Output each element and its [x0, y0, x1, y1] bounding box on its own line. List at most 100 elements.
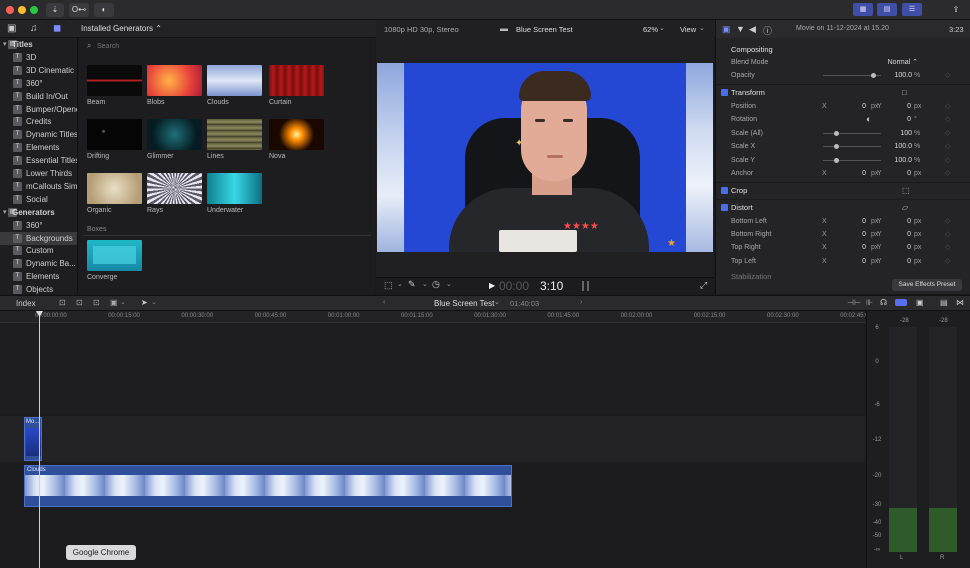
transform-section-onscreen-icon[interactable]: □ [902, 86, 907, 99]
sidebar-item[interactable]: T Objects [0, 283, 77, 294]
share-button[interactable]: ⇪ [948, 3, 964, 17]
background-tasks-button[interactable]: ◐ [94, 3, 114, 17]
snapping-toggle[interactable] [895, 299, 907, 306]
converge-thumbnail[interactable] [87, 240, 142, 271]
effects-browser-icon[interactable]: ▤ [940, 298, 948, 307]
browser-title[interactable]: Installed Generators ⌃ [81, 24, 162, 33]
layout-inspector-button[interactable]: ☰ [902, 3, 922, 16]
position-y-value[interactable]: 0 [891, 100, 911, 113]
sidebar-item[interactable]: T Credits [0, 115, 77, 128]
sidebar-item[interactable]: T Build In/Out [0, 90, 77, 103]
view-menu[interactable]: View [680, 25, 696, 34]
sidebar-item[interactable]: T Dynamic Titles [0, 128, 77, 141]
rotation-row[interactable]: Rotation ◐ 0 ° ◇ [716, 113, 970, 126]
view-chevron-icon[interactable]: ⌄ [699, 24, 705, 32]
sidebar-item[interactable]: T Elements [0, 141, 77, 154]
clip-skimming-icon[interactable]: ⊣⊢ [847, 298, 861, 307]
top-right-keyframe-icon[interactable]: ◇ [945, 241, 950, 254]
scale-y-keyframe-icon[interactable]: ◇ [945, 154, 950, 167]
scale-x-slider-knob[interactable] [834, 144, 839, 149]
enhance-tool-icon[interactable]: ✎ [408, 279, 416, 290]
search-input[interactable] [97, 40, 367, 52]
blend-mode-value[interactable]: Normal ⌃ [866, 56, 918, 69]
bottom-right-keyframe-icon[interactable]: ◇ [945, 228, 950, 241]
sidebar-item[interactable]: T Backgrounds [0, 231, 77, 245]
sidebar-item[interactable]: ▾ ▤ Generators [0, 206, 77, 219]
transform-section[interactable]: Transform □ [716, 86, 970, 99]
scale-x-value[interactable]: 100.0 [878, 140, 912, 153]
zoom-chevron-icon[interactable]: ⌄ [659, 24, 665, 32]
tool-chevron-icon[interactable]: ⌄ [151, 298, 157, 306]
audio-inspector-icon[interactable]: ◀ [749, 24, 756, 35]
disclosure-triangle-icon[interactable]: ▾ [3, 206, 7, 219]
top-right-y-value[interactable]: 0 [891, 241, 911, 254]
generators-icon[interactable]: ◼ [53, 23, 61, 34]
rotation-dial-icon[interactable]: ◐ [866, 113, 871, 126]
opacity-slider-knob[interactable] [871, 73, 876, 78]
rotation-value[interactable]: 0 [891, 113, 911, 126]
anchor-y-value[interactable]: 0 [891, 167, 911, 180]
sidebar-item[interactable]: T 360° [0, 219, 77, 232]
sidebar-item[interactable]: T Lower Thirds [0, 167, 77, 180]
bottom-right-x-value[interactable]: 0 [846, 228, 866, 241]
project-chevron-icon[interactable]: ⌄ [494, 298, 500, 306]
scale-x-slider-track[interactable] [823, 146, 881, 147]
anchor-keyframe-icon[interactable]: ◇ [945, 167, 950, 180]
generator-thumbnail[interactable] [207, 65, 262, 96]
info-inspector-icon[interactable]: ⓘ [763, 24, 772, 37]
keywords-button[interactable]: O⊷ [69, 3, 89, 17]
retime-chevron-icon[interactable]: ⌄ [446, 280, 452, 288]
layout-libraries-button[interactable]: ▦ [853, 3, 873, 16]
scale-y-value[interactable]: 100.0 [878, 154, 912, 167]
save-effects-preset-button[interactable]: Save Effects Preset [892, 279, 962, 291]
skimming-icon[interactable]: ⊪ [866, 298, 873, 307]
back-arrow-icon[interactable]: ‹ [383, 299, 385, 306]
bottom-left-y-value[interactable]: 0 [891, 215, 911, 228]
generator-thumbnail[interactable] [269, 119, 324, 150]
anchor[interactable]: Anchor X 0 px Y 0 px ◇ [716, 167, 970, 180]
bottom-right[interactable]: Bottom Right X 0 px Y 0 px ◇ [716, 228, 970, 241]
scale-all[interactable]: Scale (All) 100% ◇ [716, 127, 970, 140]
index-button[interactable]: Index [16, 299, 36, 308]
fullscreen-icon[interactable]: ⤢ [700, 280, 707, 291]
transitions-browser-icon[interactable]: ⋈ [956, 298, 964, 307]
generator-thumbnail[interactable] [147, 65, 202, 96]
top-left-x-value[interactable]: 0 [846, 255, 866, 268]
video-inspector-icon[interactable]: ▣ [722, 24, 731, 35]
bottom-right-y-value[interactable]: 0 [891, 228, 911, 241]
minimize-window-button[interactable] [18, 6, 26, 14]
viewer-timecode[interactable]: 3:10 [540, 279, 563, 293]
timeline-project-name[interactable]: Blue Screen Test [434, 299, 494, 308]
retime-tool-icon[interactable]: ◷ [432, 279, 440, 290]
top-left-y-value[interactable]: 0 [891, 255, 911, 268]
bottom-left-keyframe-icon[interactable]: ◇ [945, 215, 950, 228]
position-x-value[interactable]: 0 [846, 100, 866, 113]
top-left[interactable]: Top Left X 0 px Y 0 px ◇ [716, 255, 970, 268]
crop-section-checkbox[interactable] [721, 187, 728, 194]
connect-clip-icon[interactable]: ⊡ [59, 298, 66, 307]
sidebar-item[interactable]: TmCallouts Simple [0, 180, 77, 193]
generator-thumbnail[interactable] [147, 119, 202, 150]
anchor-x-value[interactable]: 0 [846, 167, 866, 180]
generator-thumbnail[interactable] [87, 173, 142, 204]
scale-y-slider-knob[interactable] [834, 158, 839, 163]
generator-thumbnail[interactable] [87, 119, 142, 150]
top-right-x-value[interactable]: 0 [846, 241, 866, 254]
forward-arrow-icon[interactable]: › [580, 299, 582, 306]
clouds-clip[interactable]: Clouds [24, 465, 512, 507]
generator-thumbnail[interactable] [207, 173, 262, 204]
zoom-level[interactable]: 62% [643, 25, 658, 34]
sidebar-item[interactable]: T Dynamic Ba... [0, 257, 77, 270]
blend-mode-row[interactable]: Blend Mode Normal ⌃ [716, 56, 970, 69]
video-frame[interactable]: ★★★★ ✦ ★ [377, 63, 713, 252]
scale-all-keyframe-icon[interactable]: ◇ [945, 127, 950, 140]
sidebar-item[interactable]: T Bumper/Opener [0, 103, 77, 116]
scale-x-keyframe-icon[interactable]: ◇ [945, 140, 950, 153]
top-left-keyframe-icon[interactable]: ◇ [945, 255, 950, 268]
transform-tool-icon[interactable]: ⬚ [384, 280, 393, 291]
opacity-keyframe-icon[interactable]: ◇ [945, 69, 950, 82]
rotation-keyframe-icon[interactable]: ◇ [945, 113, 950, 126]
scale-all-value[interactable]: 100 [878, 127, 912, 140]
position[interactable]: Position X 0 px Y 0 px ◇ [716, 100, 970, 113]
play-icon[interactable]: ▶ [489, 281, 495, 290]
